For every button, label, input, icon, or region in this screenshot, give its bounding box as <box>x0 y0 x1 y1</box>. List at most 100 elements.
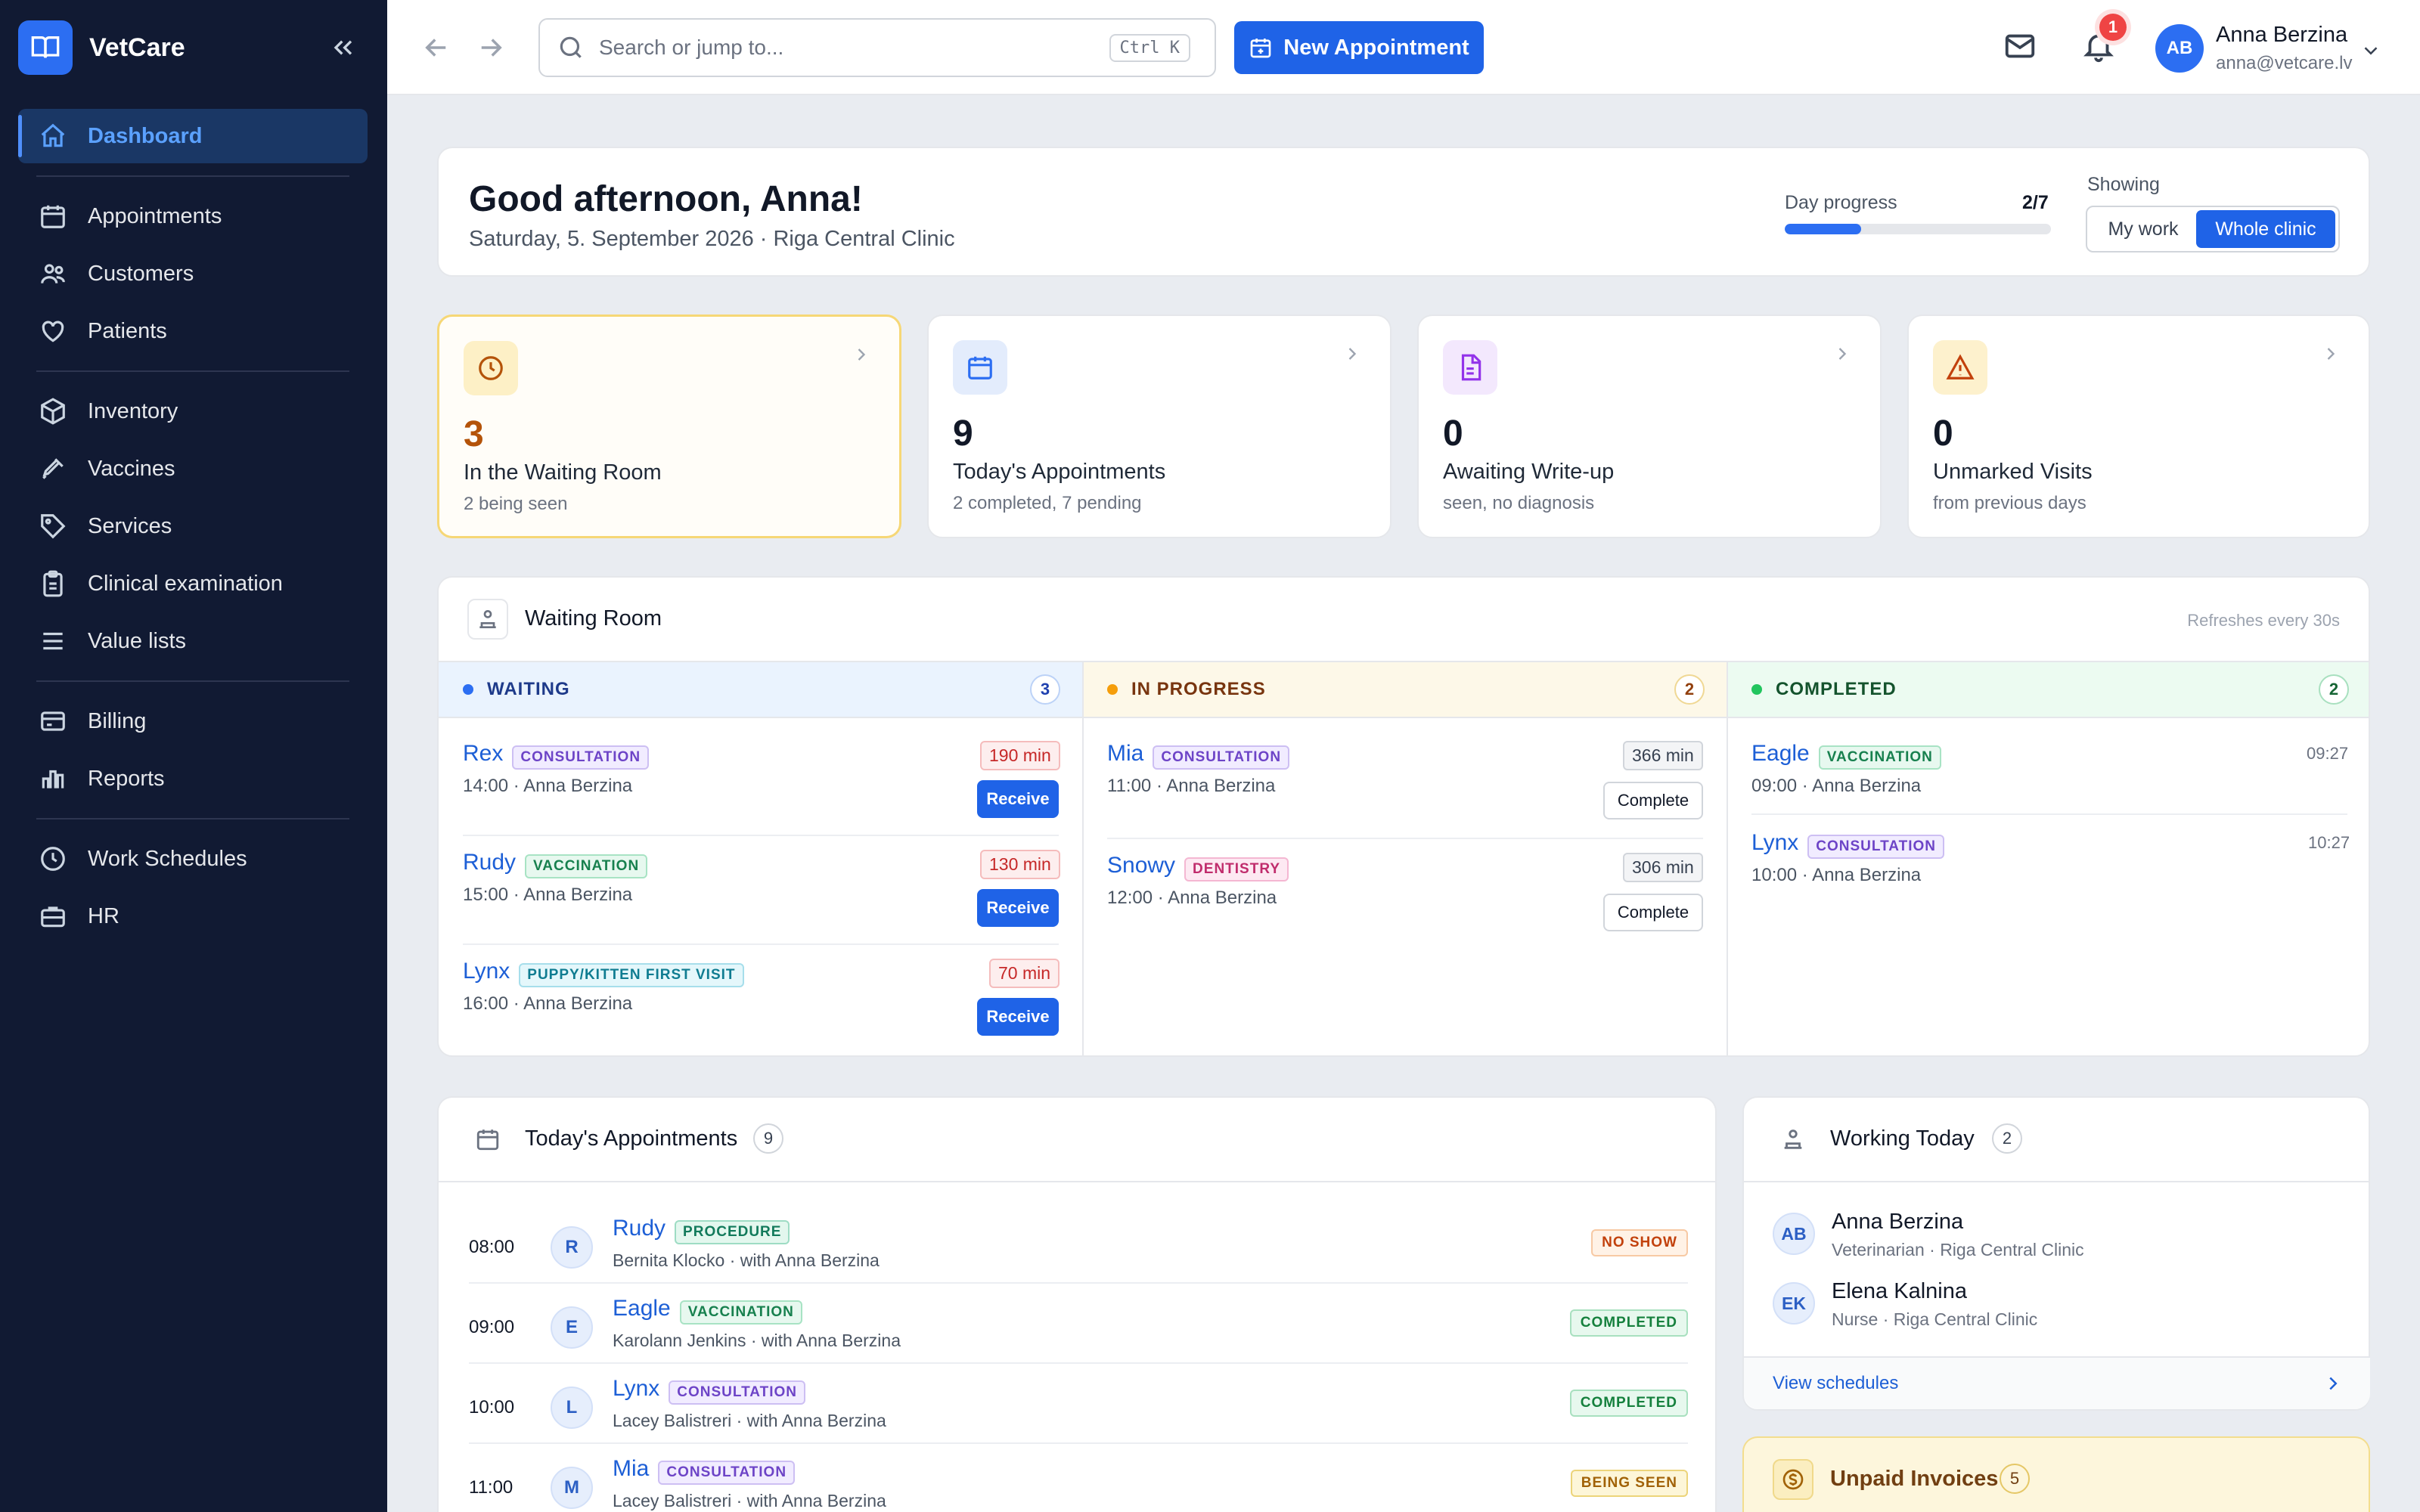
toggle-whole-clinic[interactable]: Whole clinic <box>2196 210 2335 248</box>
new-appointment-label: New Appointment <box>1283 35 1469 60</box>
chevron-right-icon <box>1832 343 1853 368</box>
divider <box>1082 661 1084 1055</box>
forward-arrow-icon[interactable] <box>475 32 507 67</box>
search-box[interactable]: Search or jump to... Ctrl K <box>538 18 1216 77</box>
completed-item: Eagle VACCINATION 09:00 · Anna Berzina <box>1751 741 1941 797</box>
complete-button[interactable]: Complete <box>1603 894 1703 931</box>
panel-title: Today's Appointments <box>525 1126 738 1151</box>
unpaid-count: 5 <box>2000 1464 2030 1494</box>
divider <box>463 835 1059 836</box>
pet-link[interactable]: Eagle <box>613 1296 671 1321</box>
clipboard-icon <box>36 567 70 600</box>
panel-title: Unpaid Invoices <box>1830 1467 1999 1491</box>
sidebar-item-reports[interactable]: Reports <box>18 751 368 806</box>
divider <box>36 370 349 372</box>
sidebar-item-clinical-examination[interactable]: Clinical examination <box>18 556 368 611</box>
view-schedules-link[interactable]: View schedules <box>1744 1356 2370 1409</box>
sidebar-item-billing[interactable]: Billing <box>18 694 368 748</box>
pet-link[interactable]: Lynx <box>1751 830 1798 855</box>
page-title: Good afternoon, Anna! <box>469 179 863 219</box>
chevron-down-icon[interactable] <box>2360 39 2382 66</box>
table-row[interactable]: 08:00 R Rudy PROCEDURE Bernita Klocko · w… <box>439 1204 1715 1284</box>
sidebar-item-work-schedules[interactable]: Work Schedules <box>18 832 368 886</box>
pet-link[interactable]: Rex <box>463 741 503 766</box>
pet-link[interactable]: Mia <box>613 1456 649 1481</box>
toggle-my-work[interactable]: My work <box>2090 210 2196 248</box>
sidebar-item-value-lists[interactable]: Value lists <box>18 614 368 668</box>
sidebar-item-label: Reports <box>88 766 165 791</box>
pet-link[interactable]: Lynx <box>463 959 510 984</box>
waiting-item: Lynx PUPPY/KITTEN FIRST VISIT 16:00 · Ann… <box>463 959 744 1015</box>
day-progress-value: 2/7 <box>2022 192 2049 213</box>
service-tag: DENTISTRY <box>1184 857 1289 881</box>
pet-link[interactable]: Rudy <box>463 850 516 875</box>
stat-card-unmarked-visits[interactable]: 0 Unmarked Visits from previous days <box>1907 314 2370 538</box>
appointment-pet: Eagle VACCINATION <box>613 1296 802 1325</box>
brand-name: VetCare <box>89 33 185 62</box>
sidebar-item-inventory[interactable]: Inventory <box>18 384 368 438</box>
appointment-pet: Lynx CONSULTATION <box>613 1376 805 1405</box>
unpaid-invoices-panel[interactable]: Unpaid Invoices 5 <box>1742 1436 2370 1512</box>
sidebar-item-label: Value lists <box>88 628 187 653</box>
service-tag: CONSULTATION <box>669 1380 805 1405</box>
in-progress-item: Snowy DENTISTRY 12:00 · Anna Berzina <box>1107 853 1289 909</box>
brand: VetCare <box>0 0 387 95</box>
syringe-icon <box>36 452 70 485</box>
staff-name: Elena Kalnina <box>1832 1279 1967 1303</box>
pet-avatar: L <box>551 1387 593 1429</box>
back-arrow-icon[interactable] <box>420 32 452 67</box>
collapse-sidebar-icon[interactable] <box>328 33 358 63</box>
sidebar-item-customers[interactable]: Customers <box>18 246 368 301</box>
service-tag: PUPPY/KITTEN FIRST VISIT <box>519 962 744 987</box>
table-row[interactable]: 10:00 L Lynx CONSULTATION Lacey Balistrer… <box>439 1364 1715 1444</box>
pet-link[interactable]: Snowy <box>1107 853 1175 878</box>
topbar: Search or jump to... Ctrl K New Appointm… <box>387 0 2420 95</box>
divider <box>1744 1181 2369 1182</box>
pet-avatar: M <box>551 1467 593 1509</box>
stat-card-waiting-room[interactable]: 3 In the Waiting Room 2 being seen <box>437 314 901 538</box>
status-badge: COMPLETED <box>1569 1309 1688 1337</box>
avatar: AB <box>1773 1213 1815 1255</box>
sidebar-item-patients[interactable]: Patients <box>18 304 368 358</box>
shortcut-hint: Ctrl K <box>1109 33 1190 62</box>
sidebar-item-services[interactable]: Services <box>18 499 368 553</box>
sidebar-item-dashboard[interactable]: Dashboard <box>18 109 368 163</box>
receive-button[interactable]: Receive <box>977 780 1059 818</box>
appointment-owner: Lacey Balistreri · with Anna Berzina <box>613 1491 886 1510</box>
pet-link[interactable]: Rudy <box>613 1216 666 1241</box>
sidebar-item-hr[interactable]: HR <box>18 889 368 943</box>
search-input[interactable]: Search or jump to... <box>599 36 783 60</box>
avatar[interactable]: AB <box>2155 24 2204 73</box>
search-icon <box>557 33 585 62</box>
stat-value: 3 <box>464 414 484 454</box>
receive-button[interactable]: Receive <box>977 889 1059 927</box>
stat-card-awaiting-write-up[interactable]: 0 Awaiting Write-up seen, no diagnosis <box>1417 314 1882 538</box>
elapsed-minutes: 366 min <box>1623 741 1703 770</box>
status-dot <box>463 684 473 695</box>
new-appointment-button[interactable]: New Appointment <box>1234 21 1484 74</box>
mail-icon[interactable] <box>2003 29 2037 67</box>
service-tag: VACCINATION <box>525 854 648 878</box>
pet-link[interactable]: Lynx <box>613 1376 659 1401</box>
table-row[interactable]: 11:00 M Mia CONSULTATION Lacey Balistreri… <box>439 1444 1715 1512</box>
day-progress-bar <box>1785 224 2051 234</box>
user-name[interactable]: Anna Berzina <box>2216 23 2347 48</box>
completed-item: Lynx CONSULTATION 10:00 · Anna Berzina <box>1751 830 1944 886</box>
receive-button[interactable]: Receive <box>977 998 1059 1036</box>
sidebar-item-vaccines[interactable]: Vaccines <box>18 442 368 496</box>
pet-link[interactable]: Mia <box>1107 741 1143 766</box>
staff-icon <box>1773 1119 1813 1160</box>
divider <box>463 943 1059 945</box>
status-badge: NO SHOW <box>1591 1229 1688 1256</box>
pet-link[interactable]: Eagle <box>1751 741 1810 766</box>
todays-appointments-panel: Today's Appointments 9 08:00 R Rudy PROCE… <box>437 1096 1717 1512</box>
wait-minutes: 70 min <box>989 959 1060 988</box>
table-row[interactable]: 09:00 E Eagle VACCINATION Karolann Jenkin… <box>439 1284 1715 1364</box>
appointment-pet: Rudy PROCEDURE <box>613 1216 790 1244</box>
complete-button[interactable]: Complete <box>1603 782 1703 820</box>
stat-card-todays-appointments[interactable]: 9 Today's Appointments 2 completed, 7 pe… <box>927 314 1392 538</box>
sidebar-item-appointments[interactable]: Appointments <box>18 189 368 243</box>
book-icon[interactable] <box>18 20 73 75</box>
refresh-note: Refreshes every 30s <box>2187 611 2340 630</box>
stat-sub: from previous days <box>1933 493 2086 513</box>
